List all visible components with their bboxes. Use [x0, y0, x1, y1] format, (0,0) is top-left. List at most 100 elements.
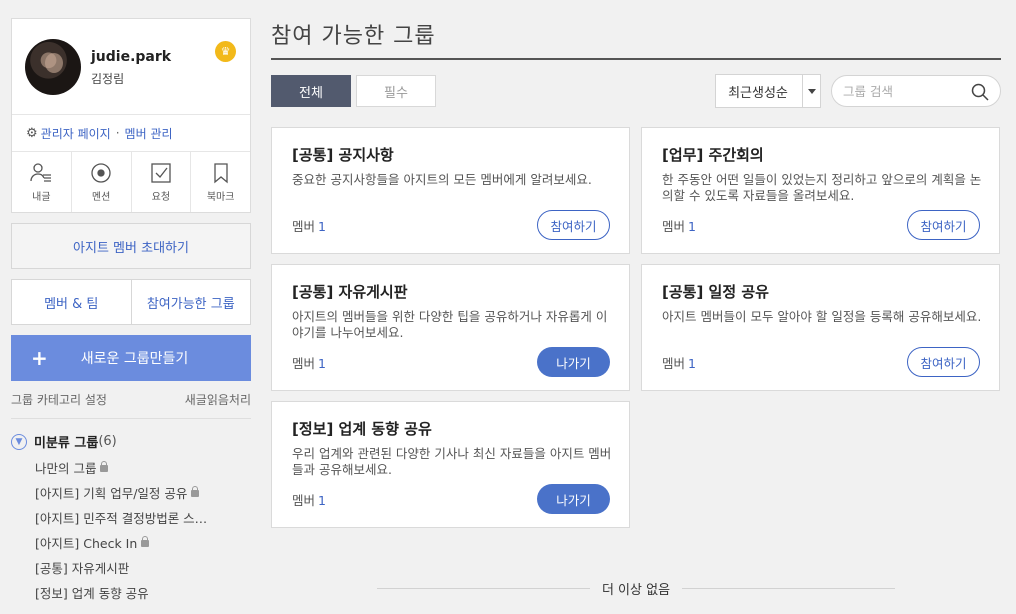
sort-value: 최근생성순: [728, 85, 788, 101]
group-card-description: 한 주동안 어떤 일들이 있었는지 정리하고 앞으로의 계획을 논의할 수 있도…: [662, 172, 982, 203]
tab-joinable-groups[interactable]: 참여가능한 그룹: [132, 280, 251, 324]
search-input[interactable]: [843, 83, 963, 99]
real-name: 김정림: [91, 72, 125, 86]
create-group-label: 새로운 그룹만들기: [80, 351, 189, 367]
member-count: 1: [318, 493, 326, 508]
member-label: 멤버: [292, 493, 316, 508]
sidebar: judie.park 김정림 ♛ ⚙ 관리자 페이지 · 멤버 관리 내글 멘션: [11, 18, 251, 606]
sidebar-tabs: 멤버 & 팀 참여가능한 그룹: [11, 279, 251, 325]
invite-members-button[interactable]: 아지트 멤버 초대하기: [11, 223, 251, 269]
join-group-button[interactable]: 참여하기: [537, 210, 610, 240]
group-card-description: 우리 업계와 관련된 다양한 기사나 최신 자료들을 아지트 멤버들과 공유해보…: [292, 446, 612, 477]
group-list: 나만의 그룹 [아지트] 기획 업무/일정 공유 [아지트] 민주적 결정방법론 스…: [11, 456, 251, 606]
member-label: 멤버: [662, 219, 686, 234]
group-card-title[interactable]: [업무] 주간회의: [662, 144, 764, 165]
quick-menu: 내글 멘션 요청 북마크: [12, 151, 250, 212]
group-card-members: 멤버 1: [292, 490, 326, 509]
group-card-members: 멤버 1: [292, 353, 326, 372]
lock-icon: [100, 461, 109, 472]
sidebar-group-item[interactable]: [공통] 자유게시판: [11, 556, 251, 581]
quick-item-label: 내글: [32, 191, 51, 203]
create-group-button[interactable]: + 새로운 그룹만들기: [11, 335, 251, 381]
title-divider: [271, 58, 1001, 60]
admin-page-link[interactable]: 관리자 페이지: [41, 125, 111, 142]
member-label: 멤버: [292, 356, 316, 371]
mark-read-link[interactable]: 새글읽음처리: [185, 391, 251, 408]
group-card: [업무] 주간회의한 주동안 어떤 일들이 있었는지 정리하고 앞으로의 계획을…: [641, 127, 1000, 254]
member-label: 멤버: [662, 356, 686, 371]
lock-icon: [141, 536, 150, 547]
sidebar-group-label: [아지트] 민주적 결정방법론 스…: [35, 511, 208, 526]
gear-icon: ⚙: [26, 125, 38, 141]
quick-item-label: 요청: [151, 191, 171, 203]
sidebar-group-item[interactable]: [정보] 업계 동향 공유: [11, 581, 251, 606]
group-card: [정보] 업계 동향 공유우리 업계와 관련된 다양한 기사나 최신 자료들을 …: [271, 401, 630, 528]
avatar[interactable]: [25, 39, 81, 95]
member-count: 1: [688, 219, 696, 234]
member-manage-link[interactable]: 멤버 관리: [125, 125, 173, 142]
group-card: [공통] 공지사항중요한 공지사항들을 아지트의 모든 멤버에게 알려보세요. 멤…: [271, 127, 630, 254]
category-settings-link[interactable]: 그룹 카테고리 설정: [11, 391, 107, 408]
sidebar-group-label: 나만의 그룹: [35, 461, 97, 476]
member-count: 1: [318, 356, 326, 371]
group-card-description: 아지트의 멤버들을 위한 다양한 팁을 공유하거나 자유롭게 이야기를 나누어보…: [292, 309, 608, 340]
sidebar-group-item[interactable]: [아지트] 민주적 결정방법론 스…: [11, 506, 251, 531]
dropdown-arrow-icon[interactable]: [802, 75, 820, 107]
member-count: 1: [688, 356, 696, 371]
sidebar-group-item[interactable]: [아지트] Check In: [11, 531, 251, 556]
chevron-down-icon[interactable]: ▼: [11, 433, 27, 450]
separator-dot: ·: [115, 126, 120, 140]
search-icon[interactable]: [971, 83, 989, 101]
quick-item-bookmark[interactable]: 북마크: [191, 152, 250, 212]
category-row: 그룹 카테고리 설정 새글읽음처리: [11, 391, 251, 419]
group-card-description: 중요한 공지사항들을 아지트의 모든 멤버에게 알려보세요.: [292, 172, 592, 187]
plus-icon: +: [31, 346, 48, 370]
admin-row: ⚙ 관리자 페이지 · 멤버 관리: [12, 114, 250, 151]
profile-card: judie.park 김정림 ♛ ⚙ 관리자 페이지 · 멤버 관리 내글 멘션: [11, 18, 251, 213]
group-search: [831, 75, 1001, 107]
filter-required-button[interactable]: 필수: [356, 75, 436, 107]
page-title: 참여 가능한 그룹: [271, 24, 436, 49]
main-content: 참여 가능한 그룹 전체 필수 최근생성순 [공통] 공지사항중요한 공지사항들…: [271, 0, 1001, 614]
sidebar-group-label: [아지트] 기획 업무/일정 공유: [35, 486, 188, 501]
filter-all-button[interactable]: 전체: [271, 75, 351, 107]
end-line-left: [377, 587, 590, 589]
group-card-members: 멤버 1: [662, 353, 696, 372]
username[interactable]: judie.park: [91, 49, 171, 65]
folder-name: 미분류 그룹: [34, 436, 99, 451]
member-count: 1: [318, 219, 326, 234]
group-card-title[interactable]: [정보] 업계 동향 공유: [292, 418, 432, 439]
end-line-right: [682, 587, 896, 589]
sort-dropdown[interactable]: 최근생성순: [715, 74, 821, 108]
bookmark-icon: [213, 162, 228, 183]
end-text: 더 이상 없음: [601, 582, 671, 598]
group-card: [공통] 자유게시판아지트의 멤버들을 위한 다양한 팁을 공유하거나 자유롭게…: [271, 264, 630, 391]
sidebar-group-label: [공통] 자유게시판: [35, 561, 130, 576]
lock-icon: [191, 486, 200, 497]
sidebar-group-label: [아지트] Check In: [35, 536, 138, 551]
group-card-members: 멤버 1: [662, 216, 696, 235]
group-card-title[interactable]: [공통] 일정 공유: [662, 281, 769, 302]
folder-count: (6): [98, 434, 117, 449]
sidebar-group-item[interactable]: [아지트] 기획 업무/일정 공유: [11, 481, 251, 506]
crown-icon: ♛: [215, 41, 236, 62]
group-card-title[interactable]: [공통] 공지사항: [292, 144, 394, 165]
group-card-description: 아지트 멤버들이 모두 알아야 할 일정을 등록해 공유해보세요.: [662, 309, 982, 324]
join-group-button[interactable]: 참여하기: [907, 347, 980, 377]
group-card-members: 멤버 1: [292, 216, 326, 235]
quick-item-mention[interactable]: 멘션: [72, 152, 132, 212]
group-card: [공통] 일정 공유아지트 멤버들이 모두 알아야 할 일정을 등록해 공유해보…: [641, 264, 1000, 391]
quick-item-request[interactable]: 요청: [132, 152, 192, 212]
quick-item-my-posts[interactable]: 내글: [12, 152, 72, 212]
group-card-title[interactable]: [공통] 자유게시판: [292, 281, 408, 302]
checkbox-icon: [151, 162, 171, 183]
join-group-button[interactable]: 참여하기: [907, 210, 980, 240]
leave-group-button[interactable]: 나가기: [537, 347, 610, 377]
tab-members-teams[interactable]: 멤버 & 팀: [12, 280, 132, 324]
sidebar-group-item[interactable]: 나만의 그룹: [11, 456, 251, 481]
mention-circle-icon: [91, 162, 111, 183]
end-of-list: 더 이상 없음: [377, 578, 896, 598]
leave-group-button[interactable]: 나가기: [537, 484, 610, 514]
member-label: 멤버: [292, 219, 316, 234]
folder-unclassified[interactable]: ▼ 미분류 그룹 (6): [11, 432, 251, 451]
